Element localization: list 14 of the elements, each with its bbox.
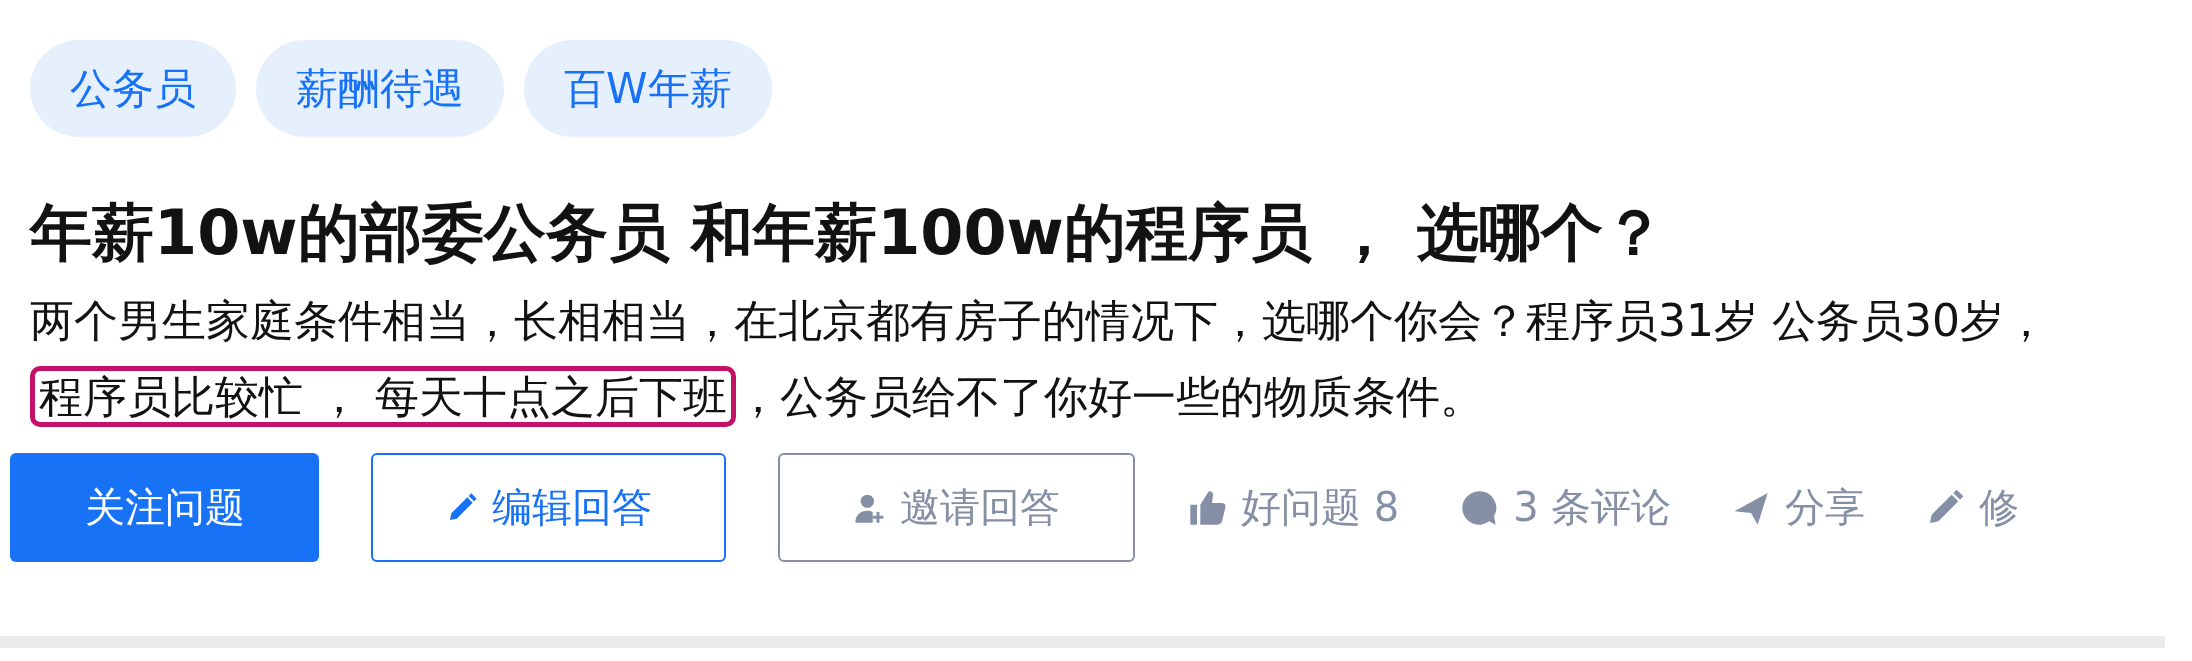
follow-button[interactable]: 关注问题 bbox=[10, 453, 319, 562]
edit-answer-button[interactable]: 编辑回答 bbox=[371, 453, 726, 562]
action-link[interactable]: 3 条评论 bbox=[1459, 480, 1672, 535]
highlighted-text: 程序员比较忙 ， 每天十点之后下班 bbox=[30, 366, 736, 427]
question-title: 年薪10w的部委公务员 和年薪100w的程序员 ， 选哪个？ bbox=[30, 195, 1666, 271]
action-link[interactable]: 分享 bbox=[1731, 480, 1866, 535]
topic-tag[interactable]: 公务员 bbox=[30, 40, 236, 137]
action-link[interactable]: 好问题 8 bbox=[1187, 480, 1400, 535]
description-text: 两个男生家庭条件相当，长相相当，在北京都有房子的情况下，选哪个你会？程序员31岁 公务员30岁， bbox=[30, 295, 2048, 346]
invite-button[interactable]: 邀请回答 bbox=[778, 453, 1135, 562]
topic-tag[interactable]: 薪酬待遇 bbox=[256, 40, 504, 137]
action-link[interactable]: 修 bbox=[1925, 480, 2020, 535]
description-text: ，公务员给不了你好一些的物质条件。 bbox=[736, 371, 1484, 422]
topic-tag[interactable]: 百W年薪 bbox=[524, 40, 772, 137]
